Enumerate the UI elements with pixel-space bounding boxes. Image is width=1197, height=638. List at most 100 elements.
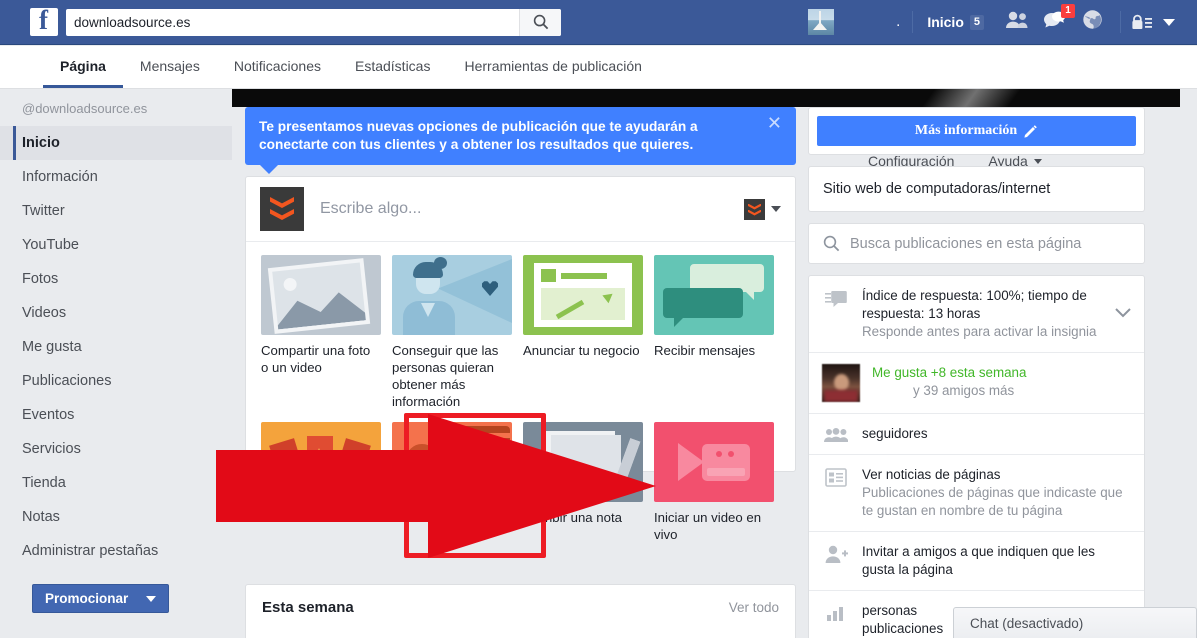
tab-label: Estadísticas: [354, 57, 431, 74]
page-stats-line2: publicaciones: [862, 621, 944, 636]
followers-icon: [822, 425, 850, 443]
more-info-label: Más información: [914, 123, 1018, 138]
response-rate-row[interactable]: Índice de respuesta: 100%; tiempo de res…: [809, 276, 1144, 352]
friend-requests-button[interactable]: [1005, 11, 1029, 34]
this-week-title: Esta semana: [262, 599, 354, 616]
action-card-create-offer[interactable]: Crear una oferta: [387, 422, 518, 543]
chat-bar[interactable]: Chat (desactivado): [953, 607, 1197, 638]
sidebar-item-label: Me gusta: [22, 339, 82, 355]
privacy-shortcuts-button[interactable]: [1131, 14, 1153, 30]
page-avatar-mini: [744, 198, 765, 220]
action-cards-row-1: Compartir una foto o un video Conseguir …: [256, 255, 785, 410]
more-info-button[interactable]: Más información: [817, 116, 1136, 146]
close-icon[interactable]: ✕: [767, 114, 782, 132]
action-card-learn-more[interactable]: Conseguir que las personas quieran obten…: [387, 255, 518, 410]
notifications-button[interactable]: [1082, 9, 1103, 35]
sidebar-item-publicaciones[interactable]: Publicaciones: [0, 364, 232, 398]
sidebar-item-servicios[interactable]: Servicios: [0, 432, 232, 466]
sidebar-item-inicio[interactable]: Inicio: [0, 126, 232, 160]
sidebar-item-label: Fotos: [22, 271, 59, 287]
response-rate-text: Índice de respuesta: 100%; tiempo de res…: [862, 287, 1103, 341]
action-card-label: Iniciar un video en vivo: [654, 510, 762, 542]
action-card-label: Crear una oferta: [392, 510, 489, 525]
logo-chevron-icon: [270, 197, 294, 208]
tab-pagina[interactable]: Página: [43, 46, 123, 88]
profile-thumbnail[interactable]: [808, 9, 835, 35]
logo-chevron-icon: [748, 209, 761, 216]
sidebar-item-me-gusta[interactable]: Me gusta: [0, 330, 232, 364]
tab-estadisticas[interactable]: Estadísticas: [338, 46, 447, 88]
learn-more-icon: [392, 255, 512, 335]
page-feed-text: Ver noticias de páginas Publicaciones de…: [862, 466, 1131, 520]
chevron-down-icon[interactable]: [1115, 305, 1131, 323]
event-ticket-icon: [261, 422, 381, 502]
nav-divider: [912, 11, 914, 33]
composer-audience-selector[interactable]: [744, 198, 781, 220]
sidebar-item-label: YouTube: [22, 237, 79, 253]
page-category[interactable]: Sitio web de computadoras/internet: [809, 167, 1144, 211]
sidebar-item-youtube[interactable]: YouTube: [0, 228, 232, 262]
page-stats-line1: personas: [862, 603, 918, 618]
action-card-write-note[interactable]: Escribir una nota: [518, 422, 649, 543]
sidebar-item-administrar-pestanas[interactable]: Administrar pestañas: [0, 534, 232, 568]
new-likes-text: Me gusta +8 esta semana y 39 amigos más: [872, 364, 1131, 400]
sidebar-item-label: Administrar pestañas: [22, 543, 159, 559]
facebook-logo-icon[interactable]: [30, 5, 58, 36]
invite-friends-row[interactable]: Invitar a amigos a que indiquen que les …: [809, 531, 1144, 590]
action-card-label: Compartir una foto o un video: [261, 343, 371, 375]
sidebar-item-twitter[interactable]: Twitter: [0, 194, 232, 228]
this-week-card: Esta semana Ver todo: [245, 584, 796, 638]
search-icon: [823, 235, 840, 252]
tab-label: Notificaciones: [233, 57, 321, 74]
sidebar-item-label: Publicaciones: [22, 373, 112, 389]
action-card-create-event[interactable]: Crear un evento: [256, 422, 387, 543]
cover-photo[interactable]: [232, 89, 1180, 107]
tab-notificaciones[interactable]: Notificaciones: [217, 46, 338, 88]
sidebar-item-videos[interactable]: Videos: [0, 296, 232, 330]
action-card-receive-messages[interactable]: Recibir mensajes: [649, 255, 780, 410]
sidebar-item-label: Inicio: [22, 135, 60, 151]
sidebar-item-fotos[interactable]: Fotos: [0, 262, 232, 296]
invite-friends-label: Invitar a amigos a que indiquen que les …: [862, 544, 1096, 577]
page-avatar[interactable]: [260, 187, 304, 231]
sidebar-item-informacion[interactable]: Información: [0, 160, 232, 194]
top-navigation-bar: . Inicio 5 1: [0, 0, 1197, 45]
new-likes-row[interactable]: Me gusta +8 esta semana y 39 amigos más: [809, 352, 1144, 413]
tab-mensajes[interactable]: Mensajes: [123, 46, 217, 88]
tab-herramientas-de-publicacion[interactable]: Herramientas de publicación: [447, 46, 658, 88]
action-cards-row-2: Crear un evento Crear una oferta Escribi…: [256, 422, 785, 543]
page-feed-row[interactable]: Ver noticias de páginas Publicaciones de…: [809, 454, 1144, 531]
sidebar-item-tienda[interactable]: Tienda: [0, 466, 232, 500]
note-pencil-icon: [523, 422, 643, 502]
search-input[interactable]: [66, 9, 519, 35]
action-cards-area: Compartir una foto o un video Conseguir …: [246, 242, 795, 543]
sidebar-item-label: Videos: [22, 305, 67, 321]
sidebar-item-eventos[interactable]: Eventos: [0, 398, 232, 432]
page-insights-card: Índice de respuesta: 100%; tiempo de res…: [808, 275, 1145, 638]
photo-video-icon: [261, 255, 381, 335]
see-all-link[interactable]: Ver todo: [729, 600, 779, 615]
messages-badge: 1: [1061, 4, 1075, 18]
action-card-advertise[interactable]: Anunciar tu negocio: [518, 255, 649, 410]
messages-button[interactable]: 1: [1043, 4, 1075, 34]
search-button[interactable]: [519, 8, 561, 36]
sidebar-item-label: Notas: [22, 509, 60, 525]
sidebar-item-notas[interactable]: Notas: [0, 500, 232, 534]
home-link[interactable]: Inicio 5: [927, 14, 984, 30]
globe-icon: [1083, 10, 1102, 30]
action-card-label: Escribir una nota: [523, 510, 622, 525]
composer-input[interactable]: Escribe algo...: [304, 200, 421, 218]
page-search-field[interactable]: Busca publicaciones en esta página: [809, 224, 1144, 263]
composer-header: Escribe algo...: [246, 177, 795, 242]
account-name-label[interactable]: .: [896, 14, 900, 29]
tab-label: Herramientas de publicación: [464, 57, 642, 74]
global-search[interactable]: [66, 8, 561, 36]
account-menu-caret-icon[interactable]: [1163, 18, 1175, 26]
tab-label: Mensajes: [139, 57, 200, 74]
promote-button[interactable]: Promocionar: [32, 584, 169, 613]
action-card-start-live-video[interactable]: Iniciar un video en vivo: [649, 422, 780, 543]
banner-text: Te presentamos nuevas opciones de public…: [259, 119, 698, 152]
bar-chart-icon: [822, 602, 850, 622]
followers-row[interactable]: seguidores: [809, 413, 1144, 454]
action-card-share-photo-video[interactable]: Compartir una foto o un video: [256, 255, 387, 410]
